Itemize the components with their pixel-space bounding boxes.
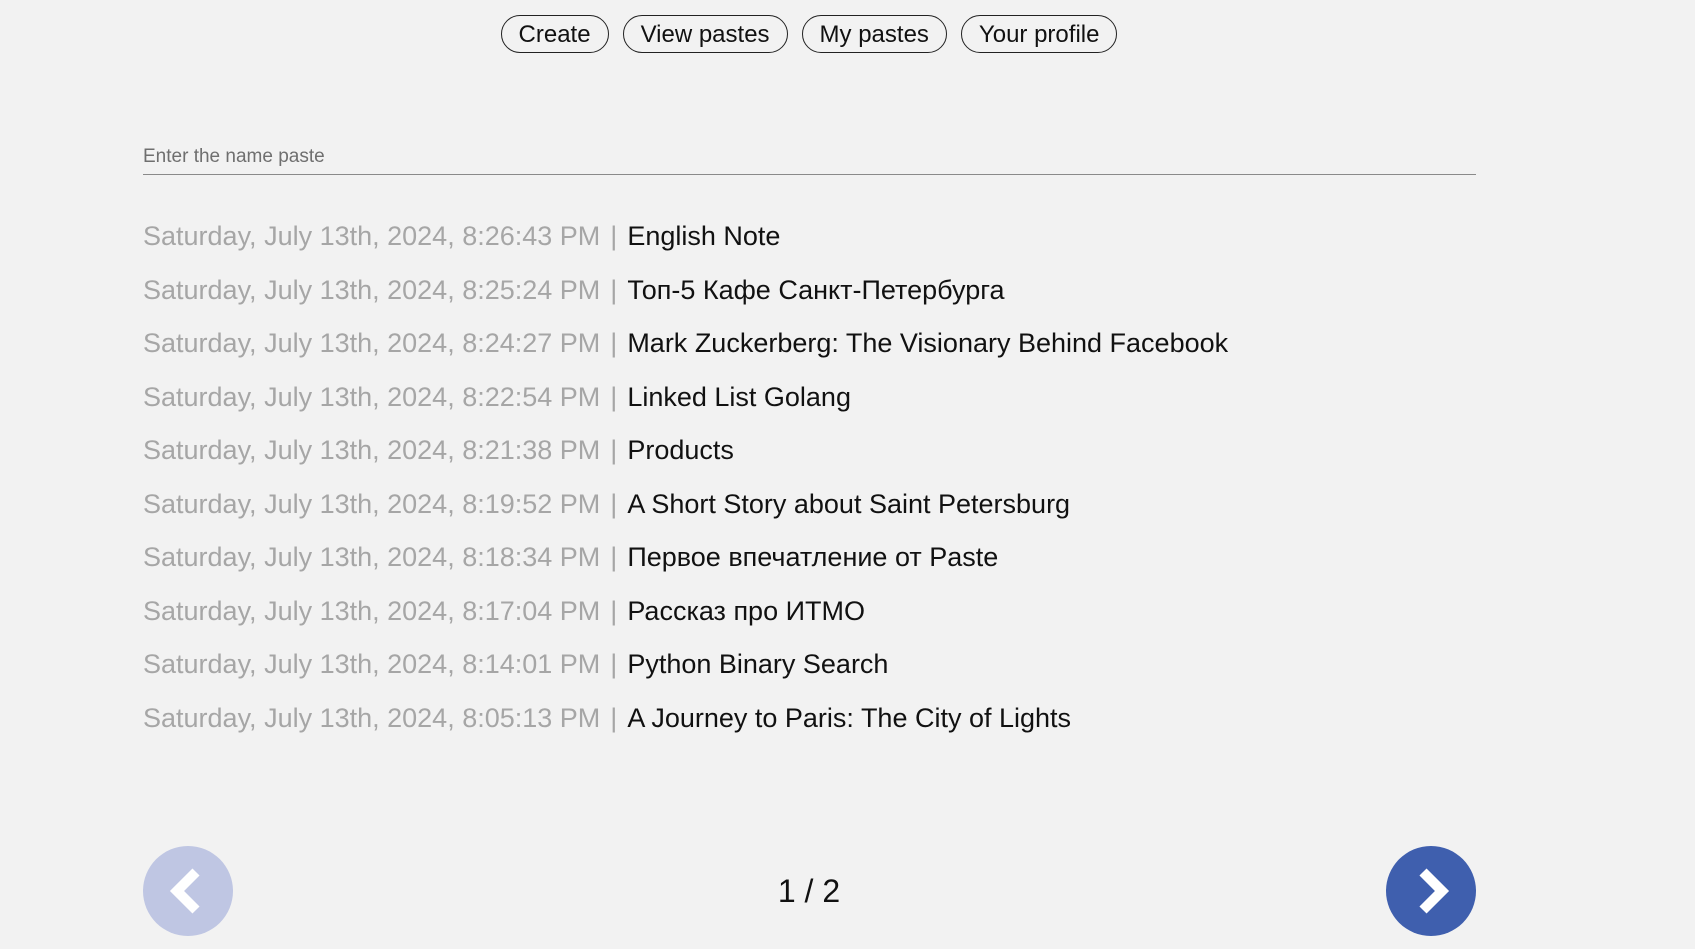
paste-title[interactable]: Mark Zuckerberg: The Visionary Behind Fa… — [627, 322, 1228, 364]
paste-date: Saturday, July 13th, 2024, 8:25:24 PM — [143, 274, 601, 305]
separator: | — [610, 488, 618, 519]
list-item[interactable]: Saturday, July 13th, 2024, 8:17:04 PM | Ра… — [143, 590, 1476, 644]
my-pastes-button[interactable]: My pastes — [801, 15, 947, 53]
list-item[interactable]: Saturday, July 13th, 2024, 8:24:27 PM | Ma… — [143, 322, 1476, 376]
paste-date: Saturday, July 13th, 2024, 8:05:13 PM — [143, 702, 601, 733]
previous-page-button[interactable] — [143, 846, 233, 936]
paste-title[interactable]: Рассказ про ИТМО — [627, 590, 865, 632]
list-item[interactable]: Saturday, July 13th, 2024, 8:19:52 PM | A … — [143, 483, 1476, 537]
paste-title[interactable]: English Note — [627, 215, 780, 257]
create-button[interactable]: Create — [500, 15, 609, 53]
paste-title[interactable]: A Journey to Paris: The City of Lights — [627, 697, 1071, 739]
separator: | — [610, 542, 618, 572]
list-item[interactable]: Saturday, July 13th, 2024, 8:21:38 PM | Pr… — [143, 429, 1476, 483]
page-indicator: 1 / 2 — [777, 873, 841, 909]
list-item[interactable]: Saturday, July 13th, 2024, 8:14:01 PM | Py… — [143, 643, 1476, 697]
paste-date: Saturday, July 13th, 2024, 8:17:04 PM — [143, 595, 601, 626]
separator: | — [610, 381, 618, 412]
next-page-button[interactable] — [1386, 846, 1476, 936]
search-field — [143, 140, 1476, 175]
search-input[interactable] — [143, 140, 1476, 173]
paste-date: Saturday, July 13th, 2024, 8:14:01 PM — [143, 649, 601, 679]
paste-list: Saturday, July 13th, 2024, 8:26:43 PM | En… — [143, 215, 1476, 750]
paste-title[interactable]: Python Binary Search — [627, 643, 888, 685]
separator: | — [610, 595, 618, 626]
list-item[interactable]: Saturday, July 13th, 2024, 8:18:34 PM | Пе… — [143, 536, 1476, 590]
list-item[interactable]: Saturday, July 13th, 2024, 8:22:54 PM | Li… — [143, 376, 1476, 430]
list-item[interactable]: Saturday, July 13th, 2024, 8:05:13 PM | A … — [143, 697, 1476, 751]
separator: | — [610, 328, 618, 358]
separator: | — [610, 274, 618, 305]
paste-date: Saturday, July 13th, 2024, 8:26:43 PM — [143, 221, 601, 251]
your-profile-button[interactable]: Your profile — [960, 15, 1118, 53]
top-nav: Create View pastes My pastes Your profil… — [0, 15, 1618, 53]
paste-date: Saturday, July 13th, 2024, 8:24:27 PM — [143, 328, 601, 358]
separator: | — [610, 649, 618, 679]
paste-date: Saturday, July 13th, 2024, 8:19:52 PM — [143, 488, 601, 519]
paste-title[interactable]: Linked List Golang — [627, 376, 851, 418]
paste-title[interactable]: Products — [627, 429, 734, 471]
paste-title[interactable]: Первое впечатление от Paste — [627, 536, 998, 578]
paste-date: Saturday, July 13th, 2024, 8:22:54 PM — [143, 381, 601, 412]
paste-date: Saturday, July 13th, 2024, 8:18:34 PM — [143, 542, 601, 572]
paste-title[interactable]: Топ-5 Кафе Санкт-Петербурга — [627, 269, 1004, 311]
paste-title[interactable]: A Short Story about Saint Petersburg — [627, 483, 1070, 525]
list-item[interactable]: Saturday, July 13th, 2024, 8:26:43 PM | En… — [143, 215, 1476, 269]
list-item[interactable]: Saturday, July 13th, 2024, 8:25:24 PM | То… — [143, 269, 1476, 323]
view-pastes-button[interactable]: View pastes — [622, 15, 788, 53]
separator: | — [610, 435, 618, 465]
separator: | — [610, 221, 618, 251]
separator: | — [610, 702, 618, 733]
page: Create View pastes My pastes Your profil… — [0, 0, 1695, 949]
paste-date: Saturday, July 13th, 2024, 8:21:38 PM — [143, 435, 601, 465]
chevron-left-icon — [169, 868, 200, 914]
chevron-right-icon — [1419, 868, 1450, 914]
